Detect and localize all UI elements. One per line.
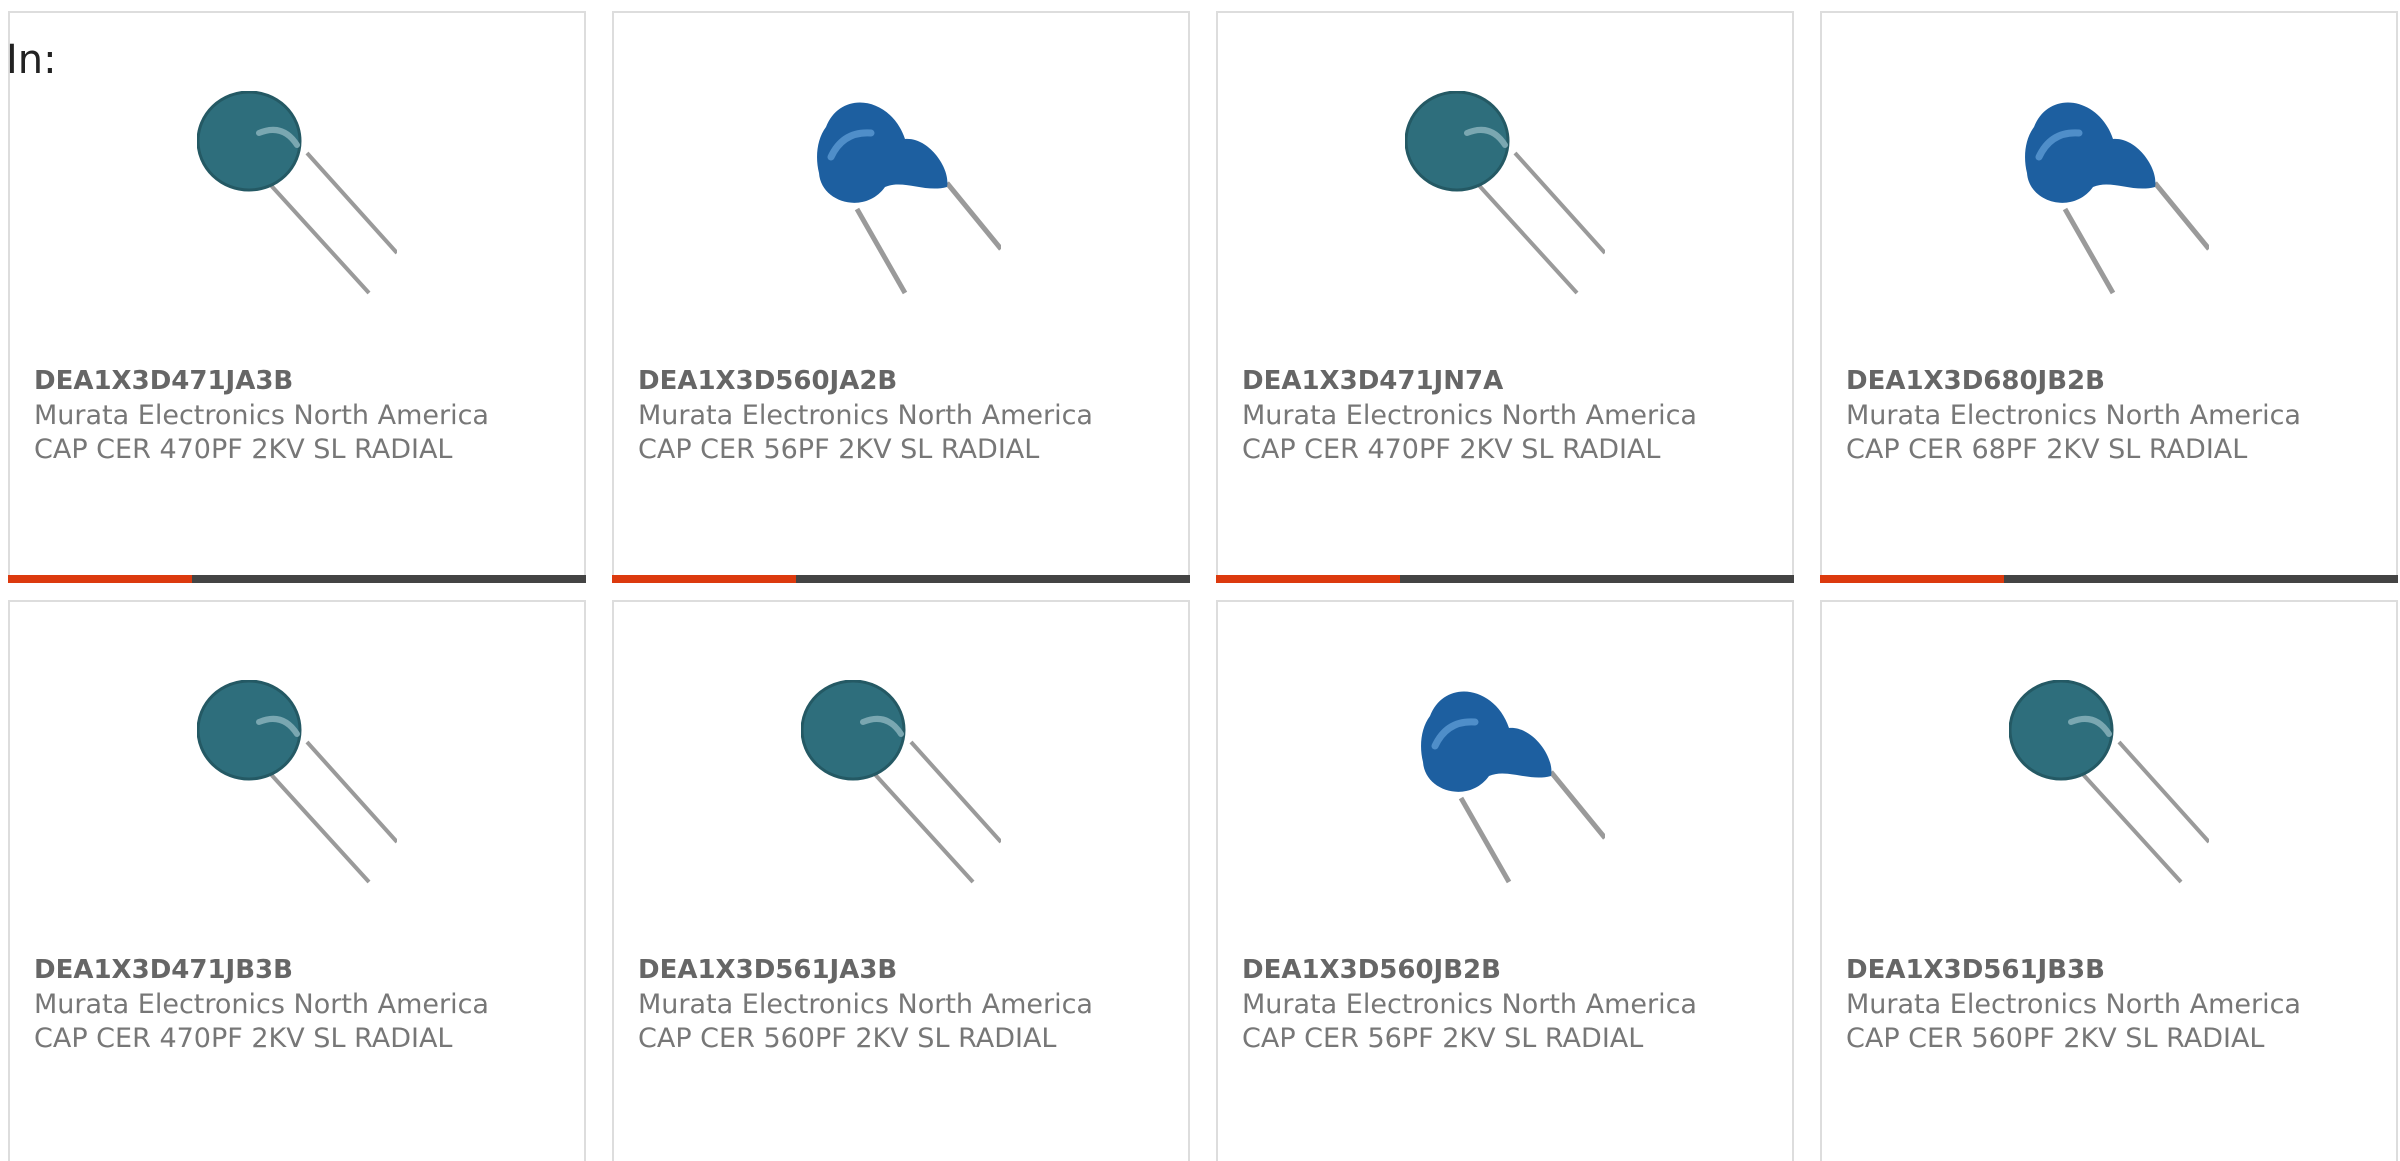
manufacturer-name: Murata Electronics North America <box>1846 400 2301 431</box>
product-description: CAP CER 560PF 2KV SL RADIAL <box>638 1023 1057 1054</box>
product-description: CAP CER 560PF 2KV SL RADIAL <box>1846 1023 2265 1054</box>
part-number[interactable]: DEA1X3D471JB3B <box>34 955 293 985</box>
part-number[interactable]: DEA1X3D560JB2B <box>1242 955 1501 985</box>
product-card[interactable]: DEA1X3D471JA3B Murata Electronics North … <box>8 11 586 583</box>
product-description: CAP CER 470PF 2KV SL RADIAL <box>34 1023 453 1054</box>
product-card[interactable]: DEA1X3D561JB3B Murata Electronics North … <box>1820 600 2398 1161</box>
teal-disc-capacitor-icon <box>1405 91 1605 295</box>
teal-disc-capacitor-icon <box>2009 680 2209 884</box>
capacitor-image[interactable] <box>197 680 397 884</box>
part-number[interactable]: DEA1X3D471JN7A <box>1242 366 1503 396</box>
capacitor-image[interactable] <box>2009 91 2209 295</box>
capacitor-image[interactable] <box>801 91 1001 295</box>
part-number[interactable]: DEA1X3D680JB2B <box>1846 366 2105 396</box>
part-number[interactable]: DEA1X3D561JB3B <box>1846 955 2105 985</box>
product-card[interactable]: DEA1X3D561JA3B Murata Electronics North … <box>612 600 1190 1161</box>
product-description: CAP CER 68PF 2KV SL RADIAL <box>1846 434 2248 465</box>
product-card[interactable]: DEA1X3D471JB3B Murata Electronics North … <box>8 600 586 1161</box>
card-accent-bar <box>612 575 1190 583</box>
manufacturer-name: Murata Electronics North America <box>34 989 489 1020</box>
card-accent-bar <box>1216 575 1794 583</box>
card-accent-bar <box>1820 575 2398 583</box>
card-accent-red <box>8 575 192 583</box>
product-card[interactable]: DEA1X3D680JB2B Murata Electronics North … <box>1820 11 2398 583</box>
part-number[interactable]: DEA1X3D471JA3B <box>34 366 293 396</box>
blue-disc-capacitor-icon <box>817 102 1001 295</box>
manufacturer-name: Murata Electronics North America <box>1242 989 1697 1020</box>
capacitor-image[interactable] <box>2009 680 2209 884</box>
manufacturer-name: Murata Electronics North America <box>1242 400 1697 431</box>
product-description: CAP CER 56PF 2KV SL RADIAL <box>638 434 1040 465</box>
card-accent-bar <box>8 575 586 583</box>
card-accent-red <box>612 575 796 583</box>
capacitor-image[interactable] <box>1405 91 1605 295</box>
manufacturer-name: Murata Electronics North America <box>1846 989 2301 1020</box>
capacitor-image[interactable] <box>197 91 397 295</box>
capacitor-image[interactable] <box>1405 680 1605 884</box>
product-description: CAP CER 470PF 2KV SL RADIAL <box>34 434 453 465</box>
part-number[interactable]: DEA1X3D561JA3B <box>638 955 897 985</box>
product-description: CAP CER 56PF 2KV SL RADIAL <box>1242 1023 1644 1054</box>
product-card[interactable]: DEA1X3D471JN7A Murata Electronics North … <box>1216 11 1794 583</box>
blue-disc-capacitor-icon <box>1421 691 1605 884</box>
teal-disc-capacitor-icon <box>197 91 397 295</box>
manufacturer-name: Murata Electronics North America <box>638 400 1093 431</box>
card-accent-red <box>1216 575 1400 583</box>
manufacturer-name: Murata Electronics North America <box>638 989 1093 1020</box>
product-description: CAP CER 470PF 2KV SL RADIAL <box>1242 434 1661 465</box>
card-accent-red <box>1820 575 2004 583</box>
part-number[interactable]: DEA1X3D560JA2B <box>638 366 897 396</box>
product-card[interactable]: DEA1X3D560JA2B Murata Electronics North … <box>612 11 1190 583</box>
blue-disc-capacitor-icon <box>2025 102 2209 295</box>
product-grid-page: In: DEA1X3D471JA3B Murata Electronics No… <box>0 0 2400 1161</box>
teal-disc-capacitor-icon <box>801 680 1001 884</box>
filter-label: In: <box>6 37 57 83</box>
product-card[interactable]: DEA1X3D560JB2B Murata Electronics North … <box>1216 600 1794 1161</box>
manufacturer-name: Murata Electronics North America <box>34 400 489 431</box>
teal-disc-capacitor-icon <box>197 680 397 884</box>
capacitor-image[interactable] <box>801 680 1001 884</box>
